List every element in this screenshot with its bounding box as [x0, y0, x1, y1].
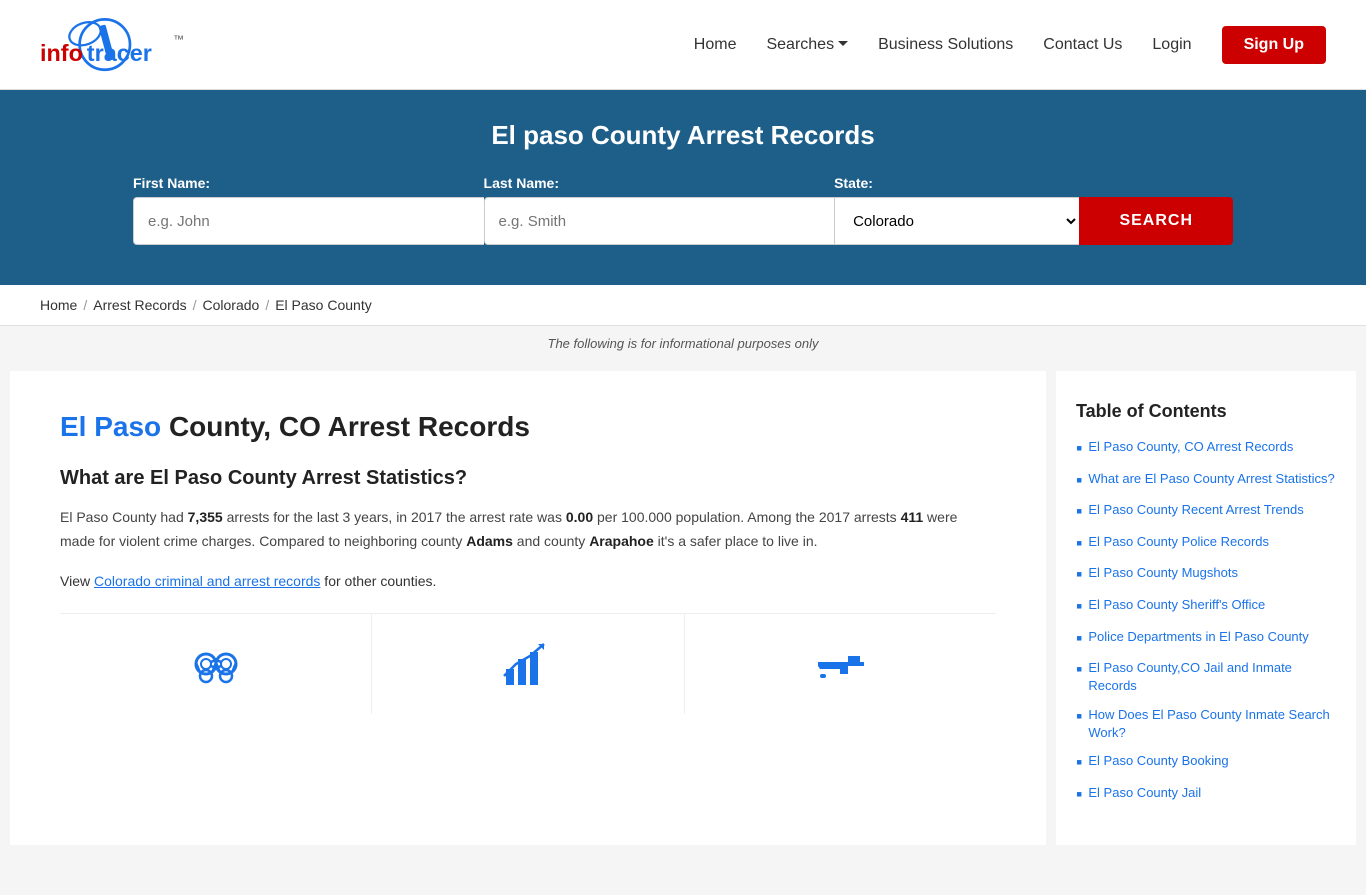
toc-link-2[interactable]: El Paso County Recent Arrest Trends: [1088, 501, 1303, 519]
state-select[interactable]: Colorado Alabama Alaska Arizona Californ…: [834, 197, 1079, 245]
view-link-text: View Colorado criminal and arrest record…: [60, 570, 996, 594]
icons-row: [60, 613, 996, 714]
chart-icon: [498, 634, 558, 694]
toc-item: ▪ What are El Paso County Arrest Statisti…: [1076, 470, 1336, 492]
heading-rest-text: County, CO Arrest Records: [161, 411, 530, 442]
state-group: State: Colorado Alabama Alaska Arizona C…: [834, 175, 1079, 245]
last-name-group: Last Name:: [484, 175, 835, 245]
search-form: First Name: Last Name: State: Colorado A…: [133, 175, 1233, 245]
breadcrumb-sep-3: /: [265, 297, 269, 313]
info-bar: The following is for informational purpo…: [0, 326, 1366, 361]
svg-text:tracer: tracer: [87, 39, 152, 65]
toc-item: ▪ El Paso County Recent Arrest Trends: [1076, 501, 1336, 523]
toc-link-6[interactable]: Police Departments in El Paso County: [1088, 628, 1308, 646]
breadcrumb: Home / Arrest Records / Colorado / El Pa…: [0, 285, 1366, 326]
breadcrumb-arrest-records[interactable]: Arrest Records: [93, 297, 186, 313]
section1-heading: What are El Paso County Arrest Statistic…: [60, 467, 996, 490]
login-button[interactable]: Login: [1152, 36, 1191, 54]
icon-cell-gun: [685, 614, 996, 714]
heading-blue-text: El Paso: [60, 411, 161, 442]
toc-bullet-icon: ▪: [1076, 438, 1082, 460]
svg-text:™: ™: [173, 33, 184, 45]
toc-link-3[interactable]: El Paso County Police Records: [1088, 533, 1269, 551]
toc-item: ▪ El Paso County,CO Jail and Inmate Recor…: [1076, 659, 1336, 695]
breadcrumb-sep-1: /: [83, 297, 87, 313]
toc-link-5[interactable]: El Paso County Sheriff's Office: [1088, 596, 1265, 614]
toc-item: ▪ El Paso County Sheriff's Office: [1076, 596, 1336, 618]
first-name-input[interactable]: [133, 197, 484, 245]
toc-item: ▪ El Paso County Jail: [1076, 784, 1336, 806]
main-nav: Home Searches Business Solutions Contact…: [694, 26, 1326, 64]
toc-bullet-icon: ▪: [1076, 596, 1082, 618]
nav-contact-us[interactable]: Contact Us: [1043, 36, 1122, 54]
colorado-records-link[interactable]: Colorado criminal and arrest records: [94, 573, 320, 589]
toc-bullet-icon: ▪: [1076, 628, 1082, 650]
toc-title: Table of Contents: [1076, 401, 1336, 422]
icon-cell-chart: [372, 614, 684, 714]
icon-cell-handcuffs: [60, 614, 372, 714]
toc-bullet-icon: ▪: [1076, 659, 1082, 681]
toc-bullet-icon: ▪: [1076, 706, 1082, 728]
handcuffs-icon: [186, 634, 246, 694]
first-name-label: First Name:: [133, 175, 484, 191]
hero-title: El paso County Arrest Records: [40, 120, 1326, 151]
toc-bullet-icon: ▪: [1076, 564, 1082, 586]
toc-bullet-icon: ▪: [1076, 470, 1082, 492]
hero-section: El paso County Arrest Records First Name…: [0, 90, 1366, 285]
signup-button[interactable]: Sign Up: [1222, 26, 1326, 64]
svg-text:info: info: [40, 39, 83, 65]
nav-business-solutions[interactable]: Business Solutions: [878, 36, 1013, 54]
last-name-input[interactable]: [484, 197, 835, 245]
last-name-label: Last Name:: [484, 175, 835, 191]
toc-link-7[interactable]: El Paso County,CO Jail and Inmate Record…: [1088, 659, 1336, 695]
breadcrumb-colorado[interactable]: Colorado: [203, 297, 260, 313]
toc-list: ▪ El Paso County, CO Arrest Records ▪ What …: [1076, 438, 1336, 805]
breadcrumb-el-paso: El Paso County: [275, 297, 372, 313]
toc-link-9[interactable]: El Paso County Booking: [1088, 752, 1228, 770]
breadcrumb-sep-2: /: [193, 297, 197, 313]
toc-link-0[interactable]: El Paso County, CO Arrest Records: [1088, 438, 1293, 456]
search-button[interactable]: SEARCH: [1079, 197, 1233, 245]
toc-item: ▪ Police Departments in El Paso County: [1076, 628, 1336, 650]
body-text-1: El Paso County had 7,355 arrests for the…: [60, 506, 996, 554]
state-label: State:: [834, 175, 1079, 191]
toc-bullet-icon: ▪: [1076, 501, 1082, 523]
gun-icon: [810, 634, 870, 694]
page-heading: El Paso County, CO Arrest Records: [60, 411, 996, 443]
toc-item: ▪ El Paso County Police Records: [1076, 533, 1336, 555]
toc-item: ▪ How Does El Paso County Inmate Search W…: [1076, 706, 1336, 742]
toc-link-10[interactable]: El Paso County Jail: [1088, 784, 1201, 802]
main-content: El Paso County, CO Arrest Records What a…: [0, 361, 1366, 895]
breadcrumb-home[interactable]: Home: [40, 297, 77, 313]
toc-item: ▪ El Paso County Booking: [1076, 752, 1336, 774]
chevron-down-icon: [838, 41, 848, 46]
toc-link-4[interactable]: El Paso County Mugshots: [1088, 564, 1238, 582]
toc-bullet-icon: ▪: [1076, 784, 1082, 806]
toc-item: ▪ El Paso County, CO Arrest Records: [1076, 438, 1336, 460]
toc-bullet-icon: ▪: [1076, 752, 1082, 774]
nav-home[interactable]: Home: [694, 36, 737, 54]
toc-item: ▪ El Paso County Mugshots: [1076, 564, 1336, 586]
first-name-group: First Name:: [133, 175, 484, 245]
toc-bullet-icon: ▪: [1076, 533, 1082, 555]
toc-link-1[interactable]: What are El Paso County Arrest Statistic…: [1088, 470, 1334, 488]
logo: info tracer ™: [40, 15, 220, 75]
content-left: El Paso County, CO Arrest Records What a…: [10, 371, 1046, 845]
nav-searches[interactable]: Searches: [766, 36, 848, 54]
toc-link-8[interactable]: How Does El Paso County Inmate Search Wo…: [1088, 706, 1336, 742]
content-right: Table of Contents ▪ El Paso County, CO Ar…: [1056, 371, 1356, 845]
header: info tracer ™ Home Searches Business Sol…: [0, 0, 1366, 90]
